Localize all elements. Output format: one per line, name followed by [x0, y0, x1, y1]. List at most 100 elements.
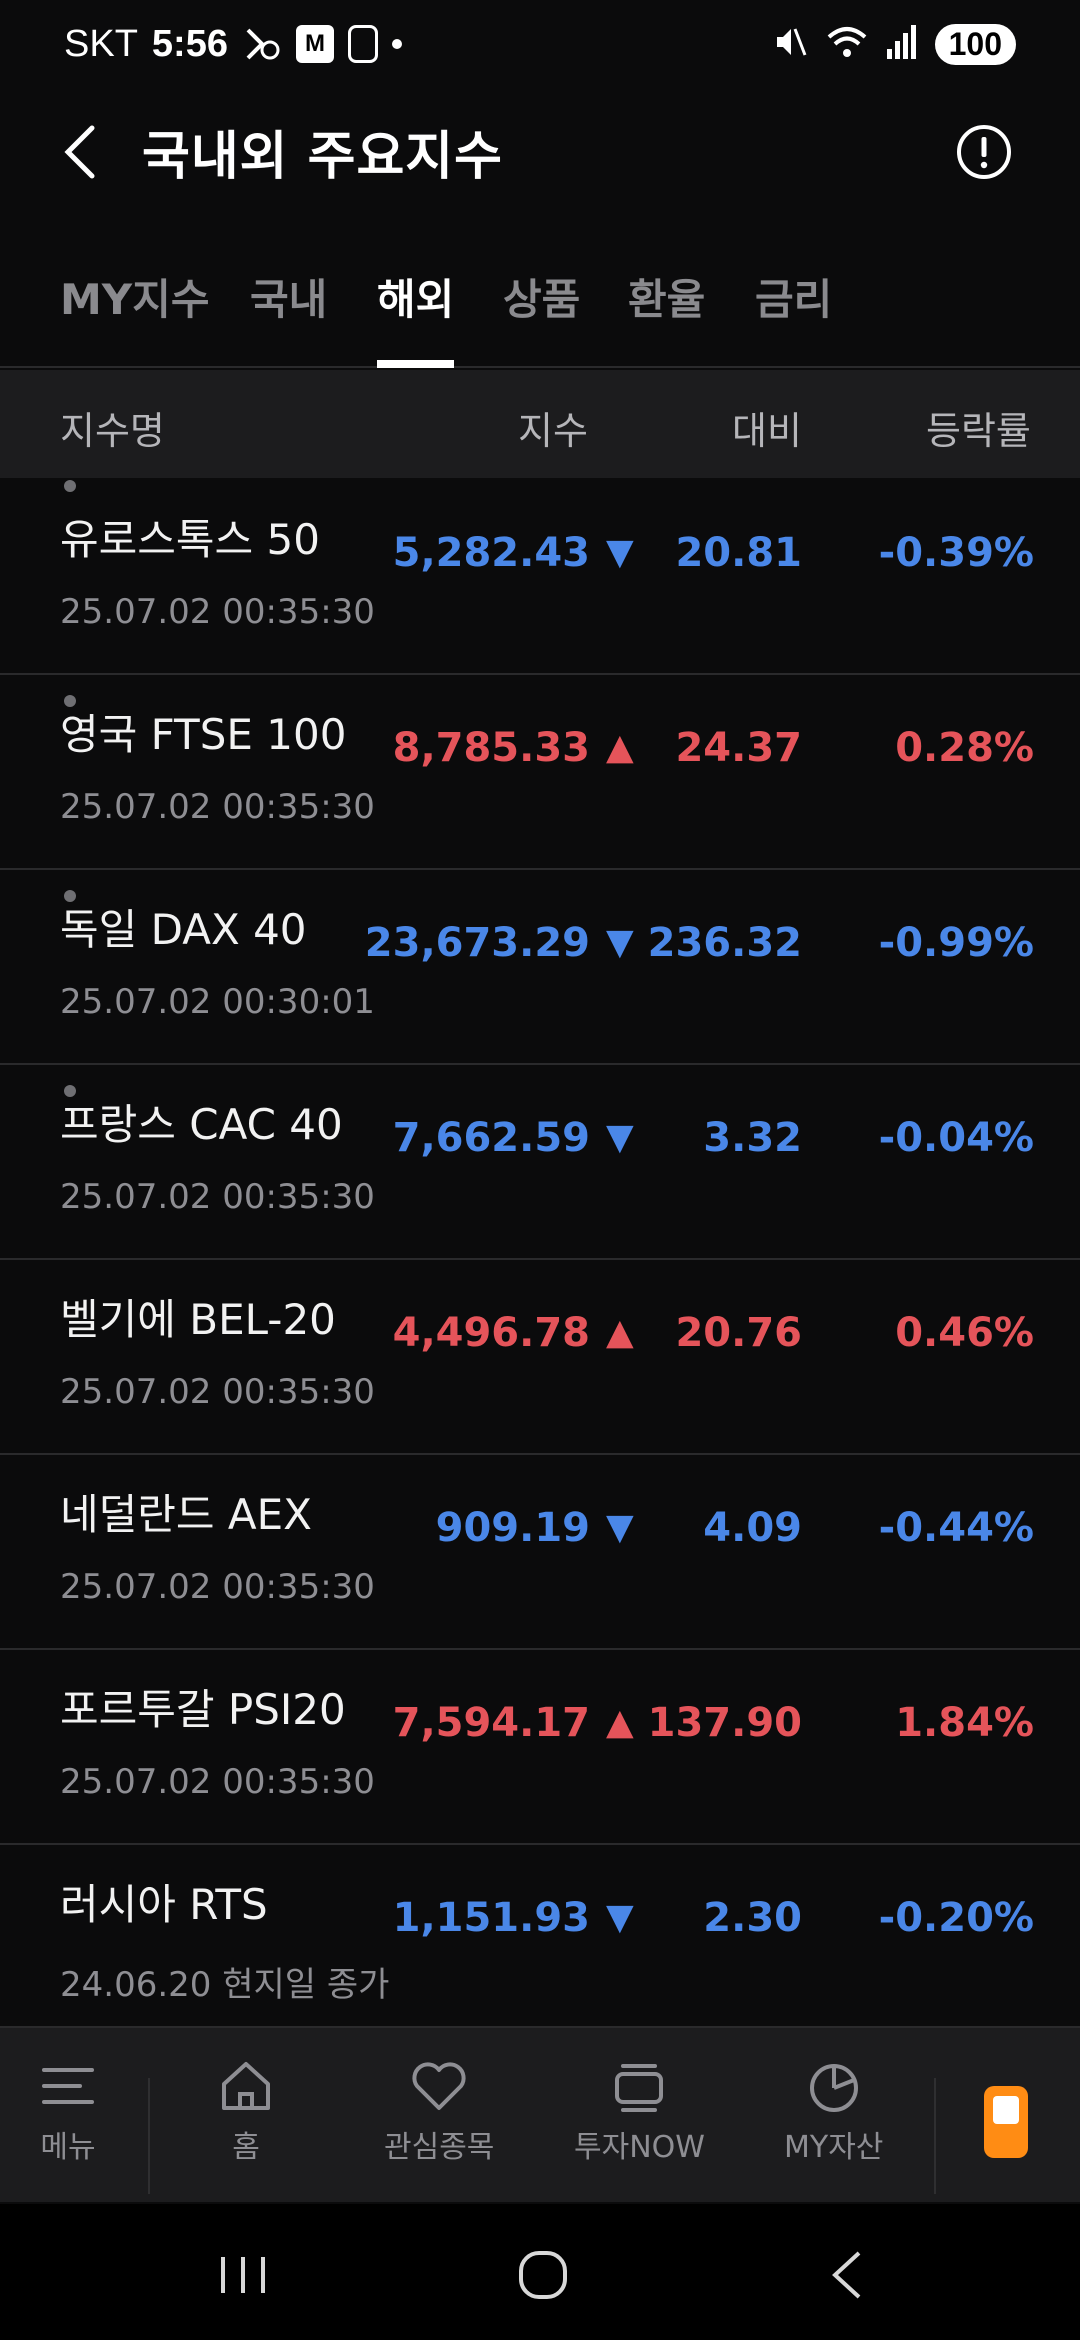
recent-apps-button[interactable] — [208, 2240, 278, 2310]
wifi-icon — [825, 23, 869, 66]
battery-indicator: 100 — [934, 23, 1016, 65]
info-icon — [957, 125, 1011, 179]
index-value: 8,785.33 — [392, 725, 590, 771]
index-value: 7,594.17 — [392, 1700, 590, 1746]
down-arrow-icon: ▼ — [606, 532, 634, 573]
realtime-dot — [64, 480, 76, 492]
index-time: 25.07.02 00:30:01 — [60, 982, 375, 1022]
nav-watchlist-label: 관심종목 — [384, 2130, 495, 2165]
table-row[interactable]: 유로스톡스 50 25.07.02 00:35:30 5,282.43 ▼ 20… — [0, 480, 1080, 675]
menu-icon — [42, 2068, 94, 2104]
col-change: 대비 — [732, 409, 802, 453]
system-back-button[interactable] — [812, 2240, 882, 2310]
index-rate: 0.46% — [895, 1310, 1034, 1356]
tab-commodities[interactable]: 상품 — [503, 266, 580, 368]
down-arrow-icon: ▼ — [606, 1507, 634, 1548]
tab-exchange-rate[interactable]: 환율 — [628, 266, 705, 368]
index-time: 25.07.02 00:35:30 — [60, 1372, 375, 1412]
index-time: 25.07.02 00:35:30 — [60, 1762, 375, 1802]
col-name: 지수명 — [60, 409, 165, 453]
info-button[interactable] — [954, 122, 1014, 182]
mute-icon — [771, 23, 809, 66]
index-list: 유로스톡스 50 25.07.02 00:35:30 5,282.43 ▼ 20… — [0, 480, 1080, 2040]
table-row[interactable]: 프랑스 CAC 40 25.07.02 00:35:30 7,662.59 ▼ … — [0, 1065, 1080, 1260]
index-rate: -0.44% — [878, 1505, 1034, 1551]
index-time: 24.06.20 현지일 종가 — [60, 1965, 390, 2005]
index-rate: -0.99% — [878, 920, 1034, 966]
col-rate: 등락률 — [926, 409, 1031, 453]
index-change: 20.81 — [675, 530, 802, 576]
pie-chart-icon — [809, 2064, 858, 2112]
nav-my-assets-label: MY자산 — [784, 2130, 884, 2165]
table-row[interactable]: 벨기에 BEL-20 25.07.02 00:35:30 4,496.78 ▲ … — [0, 1260, 1080, 1455]
nav-invest-now-label: 투자NOW — [574, 2130, 705, 2165]
down-arrow-icon: ▼ — [606, 922, 634, 963]
index-value: 23,673.29 — [364, 920, 590, 966]
index-name: 포르투갈 PSI20 — [60, 1685, 346, 1734]
nav-menu[interactable]: 메뉴 — [40, 2058, 96, 2166]
index-change: 137.90 — [647, 1700, 802, 1746]
index-name: 영국 FTSE 100 — [60, 710, 347, 759]
index-change: 24.37 — [675, 725, 802, 771]
index-rate: 1.84% — [895, 1700, 1034, 1746]
index-name: 독일 DAX 40 — [60, 905, 307, 954]
index-change: 236.32 — [647, 920, 802, 966]
index-name: 벨기에 BEL-20 — [60, 1295, 336, 1344]
system-navigation-bar — [0, 2204, 1080, 2340]
tab-interest-rate[interactable]: 금리 — [755, 266, 832, 368]
carrier-label: SKT — [64, 22, 138, 65]
tab-my-index[interactable]: MY지수 — [60, 266, 210, 368]
table-row[interactable]: 영국 FTSE 100 25.07.02 00:35:30 8,785.33 ▲… — [0, 675, 1080, 870]
index-time: 25.07.02 00:35:30 — [60, 787, 375, 827]
app-header: 국내외 주요지수 — [0, 100, 1080, 204]
index-name: 유로스톡스 50 — [60, 515, 320, 564]
nav-divider — [148, 2078, 150, 2194]
index-change: 4.09 — [703, 1505, 802, 1551]
index-time: 25.07.02 00:35:30 — [60, 1177, 375, 1217]
index-value: 909.19 — [435, 1505, 590, 1551]
home-circle-icon — [519, 2251, 567, 2299]
m-stock-icon: M — [295, 25, 334, 63]
index-value: 4,496.78 — [392, 1310, 590, 1356]
table-header: 지수명 지수 대비 등락률 — [0, 370, 1080, 478]
index-time: 25.07.02 00:35:30 — [60, 1567, 375, 1607]
chevron-left-icon — [64, 125, 95, 179]
table-row[interactable]: 네덜란드 AEX 25.07.02 00:35:30 909.19 ▼ 4.09… — [0, 1455, 1080, 1650]
index-rate: -0.20% — [878, 1895, 1034, 1941]
home-system-button[interactable] — [508, 2240, 578, 2310]
home-icon — [222, 2062, 270, 2110]
table-row[interactable]: 러시아 RTS 24.06.20 현지일 종가 1,151.93 ▼ 2.30 … — [0, 1845, 1080, 2040]
app-launcher-button[interactable] — [984, 2086, 1028, 2158]
index-change: 20.76 — [675, 1310, 802, 1356]
notification-sync-icon — [242, 24, 282, 64]
shield-icon — [347, 25, 378, 63]
nav-menu-label: 메뉴 — [40, 2130, 96, 2165]
up-arrow-icon: ▲ — [606, 727, 634, 768]
status-bar: SKT 5:56 M 100 — [0, 0, 1080, 88]
up-arrow-icon: ▲ — [606, 1702, 634, 1743]
more-notifications-dot — [391, 39, 402, 49]
table-row[interactable]: 독일 DAX 40 25.07.02 00:30:01 23,673.29 ▼ … — [0, 870, 1080, 1065]
nav-home[interactable]: 홈 — [218, 2058, 274, 2166]
nav-my-assets[interactable]: MY자산 — [784, 2058, 883, 2166]
tab-overseas[interactable]: 해외 — [377, 266, 455, 368]
table-row[interactable]: 포르투갈 PSI20 25.07.02 00:35:30 7,594.17 ▲ … — [0, 1650, 1080, 1845]
market-tabs: MY지수 국내 해외 상품 환율 금리 — [0, 256, 1080, 368]
index-rate: -0.39% — [878, 530, 1034, 576]
nav-home-label: 홈 — [232, 2130, 260, 2165]
page-title: 국내외 주요지수 — [142, 127, 503, 187]
stack-icon — [615, 2064, 664, 2112]
back-button[interactable] — [50, 122, 110, 182]
index-change: 2.30 — [703, 1895, 802, 1941]
nav-invest-now[interactable]: 투자NOW — [574, 2058, 705, 2166]
signal-icon — [885, 23, 919, 66]
up-arrow-icon: ▲ — [606, 1312, 634, 1353]
bottom-navigation: 메뉴 홈 관심종목 투자NOW MY자산 — [0, 2026, 1080, 2202]
nav-watchlist[interactable]: 관심종목 — [384, 2058, 494, 2166]
index-name: 프랑스 CAC 40 — [60, 1100, 343, 1149]
down-arrow-icon: ▼ — [606, 1897, 634, 1938]
index-change: 3.32 — [703, 1115, 802, 1161]
tab-domestic[interactable]: 국내 — [250, 266, 327, 368]
recent-apps-icon — [221, 2257, 265, 2293]
index-name: 러시아 RTS — [60, 1880, 268, 1929]
